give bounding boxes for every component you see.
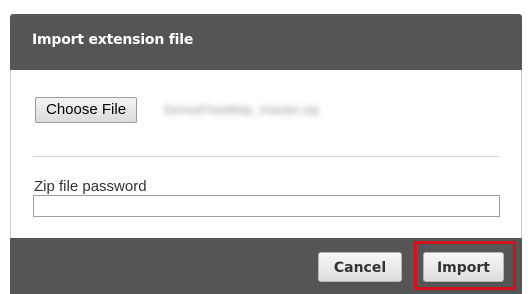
dialog-footer: Cancel Import xyxy=(10,238,522,294)
divider xyxy=(33,156,499,157)
import-extension-dialog: Import extension file Choose File SenseF… xyxy=(10,14,522,294)
dialog-header: Import extension file xyxy=(10,14,522,70)
cancel-button[interactable]: Cancel xyxy=(318,252,402,282)
zip-password-label: Zip file password xyxy=(34,178,147,195)
dialog-body: Choose File SenseFlowMap_master.zip Zip … xyxy=(10,70,522,238)
choose-file-button[interactable]: Choose File xyxy=(35,97,138,123)
import-button[interactable]: Import xyxy=(423,252,504,282)
selected-file-name: SenseFlowMap_master.zip xyxy=(163,102,320,116)
dialog-title: Import extension file xyxy=(32,32,194,48)
zip-password-input[interactable] xyxy=(33,195,500,217)
